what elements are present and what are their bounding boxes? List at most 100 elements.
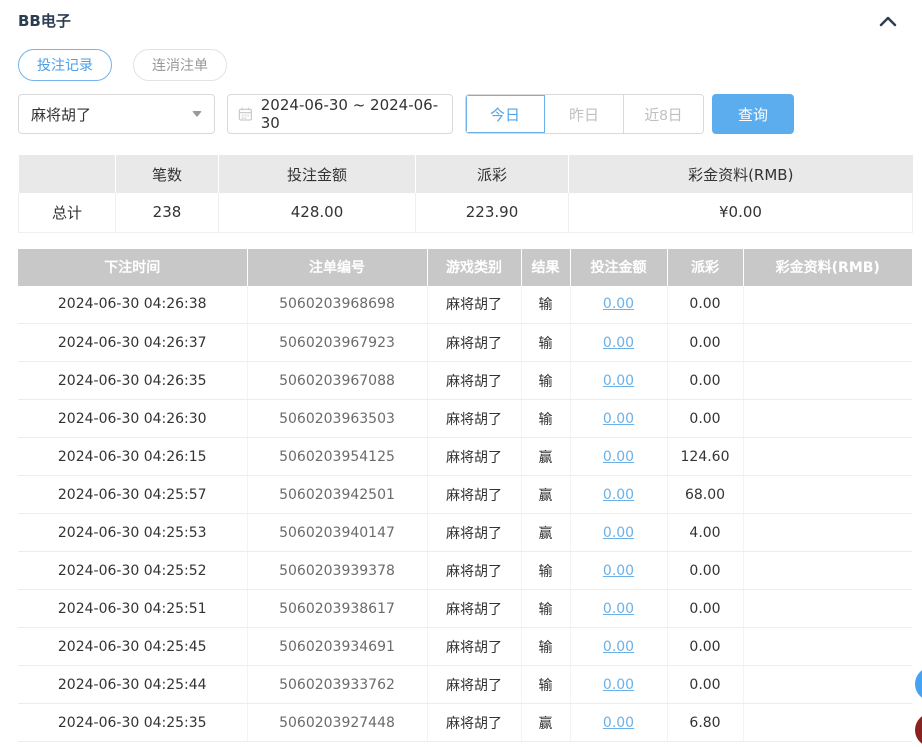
game-type-cell: 麻将胡了	[427, 323, 522, 362]
payout-cell: 0.00	[667, 361, 744, 400]
table-row: 2024-06-30 04:25:52 5060203939378 麻将胡了 输…	[18, 551, 912, 590]
bet-time-cell: 2024-06-30 04:25:45	[18, 627, 248, 666]
table-row: 2024-06-30 04:26:37 5060203967923 麻将胡了 输…	[18, 323, 912, 362]
game-type-cell: 麻将胡了	[427, 703, 522, 742]
summary-header-count: 笔数	[115, 155, 219, 193]
bet-time-cell: 2024-06-30 04:25:51	[18, 589, 248, 628]
bet-amount-link[interactable]: 0.00	[603, 601, 634, 617]
game-type-cell: 麻将胡了	[427, 513, 522, 552]
records-header-row: 下注时间 注单编号 游戏类别 结果 投注金额 派彩 彩金资料(RMB)	[18, 248, 912, 286]
result-cell: 输	[521, 399, 571, 438]
tab-betting-records[interactable]: 投注记录	[18, 49, 112, 81]
jackpot-cell	[743, 513, 912, 552]
result-cell: 输	[521, 285, 571, 324]
date-range-input[interactable]: 2024-06-30 ~ 2024-06-30	[227, 94, 453, 134]
table-row: 2024-06-30 04:25:57 5060203942501 麻将胡了 赢…	[18, 475, 912, 514]
table-row: 2024-06-30 04:25:44 5060203933762 麻将胡了 输…	[18, 665, 912, 704]
bet-amount-cell: 0.00	[570, 285, 668, 324]
bet-time-cell: 2024-06-30 04:26:37	[18, 323, 248, 362]
total-bet-amount: 428.00	[218, 193, 416, 233]
jackpot-cell	[743, 627, 912, 666]
bet-amount-link[interactable]: 0.00	[603, 296, 634, 312]
bet-time-cell: 2024-06-30 04:25:44	[18, 665, 248, 704]
jackpot-cell	[743, 285, 912, 324]
tab-cancelled-orders[interactable]: 连消注单	[133, 49, 227, 81]
result-cell: 输	[521, 551, 571, 590]
order-id-cell: 5060203938617	[247, 589, 428, 628]
jackpot-cell	[743, 475, 912, 514]
calendar-icon	[238, 107, 253, 121]
bet-amount-cell: 0.00	[570, 475, 668, 514]
bet-amount-cell: 0.00	[570, 703, 668, 742]
table-row: 2024-06-30 04:25:45 5060203934691 麻将胡了 输…	[18, 627, 912, 666]
jackpot-cell	[743, 361, 912, 400]
quick-range-group: 今日 昨日 近8日	[465, 94, 704, 134]
summary-table: 笔数 投注金额 派彩 彩金资料(RMB) 总计 238 428.00 223.9…	[18, 155, 913, 233]
collapse-panel-button[interactable]	[876, 9, 900, 33]
bet-amount-link[interactable]: 0.00	[603, 449, 634, 465]
betting-records-panel: BB电子 投注记录 连消注单 麻将胡了 2024-06-30 ~ 2024-06…	[0, 0, 922, 742]
bet-amount-link[interactable]: 0.00	[603, 563, 634, 579]
total-label: 总计	[18, 193, 116, 233]
quick-range-yesterday[interactable]: 昨日	[545, 95, 624, 133]
result-cell: 赢	[521, 437, 571, 476]
quick-range-last8days[interactable]: 近8日	[624, 95, 703, 133]
payout-cell: 0.00	[667, 627, 744, 666]
game-select[interactable]: 麻将胡了	[18, 94, 215, 134]
summary-header-empty	[18, 155, 116, 193]
order-id-cell: 5060203939378	[247, 551, 428, 590]
date-range-value: 2024-06-30 ~ 2024-06-30	[260, 96, 439, 132]
bet-amount-link[interactable]: 0.00	[603, 639, 634, 655]
jackpot-cell	[743, 589, 912, 628]
tab-label: 连消注单	[152, 58, 208, 74]
bet-amount-cell: 0.00	[570, 323, 668, 362]
summary-header-jackpot: 彩金资料(RMB)	[568, 155, 913, 193]
result-cell: 输	[521, 589, 571, 628]
bet-time-cell: 2024-06-30 04:26:15	[18, 437, 248, 476]
bet-amount-link[interactable]: 0.00	[603, 487, 634, 503]
query-button[interactable]: 查询	[712, 94, 794, 134]
payout-cell: 68.00	[667, 475, 744, 514]
bet-amount-link[interactable]: 0.00	[603, 525, 634, 541]
payout-cell: 0.00	[667, 665, 744, 704]
table-row: 2024-06-30 04:26:30 5060203963503 麻将胡了 输…	[18, 399, 912, 438]
bet-amount-link[interactable]: 0.00	[603, 335, 634, 351]
total-payout: 223.90	[415, 193, 569, 233]
payout-cell: 0.00	[667, 399, 744, 438]
result-cell: 输	[521, 665, 571, 704]
bet-time-cell: 2024-06-30 04:25:52	[18, 551, 248, 590]
payout-cell: 0.00	[667, 551, 744, 590]
table-row: 2024-06-30 04:25:35 5060203927448 麻将胡了 赢…	[18, 703, 912, 742]
payout-cell: 4.00	[667, 513, 744, 552]
payout-cell: 0.00	[667, 589, 744, 628]
payout-cell: 0.00	[667, 323, 744, 362]
records-body: 2024-06-30 04:26:38 5060203968698 麻将胡了 输…	[18, 285, 912, 742]
records-header-payout: 派彩	[667, 248, 744, 286]
game-select-value: 麻将胡了	[31, 105, 92, 124]
result-cell: 赢	[521, 703, 571, 742]
bet-time-cell: 2024-06-30 04:25:53	[18, 513, 248, 552]
order-id-cell: 5060203940147	[247, 513, 428, 552]
order-id-cell: 5060203927448	[247, 703, 428, 742]
order-id-cell: 5060203954125	[247, 437, 428, 476]
bet-amount-cell: 0.00	[570, 361, 668, 400]
bet-amount-link[interactable]: 0.00	[603, 411, 634, 427]
bet-amount-link[interactable]: 0.00	[603, 373, 634, 389]
bet-amount-cell: 0.00	[570, 437, 668, 476]
payout-cell: 0.00	[667, 285, 744, 324]
bet-amount-link[interactable]: 0.00	[603, 715, 634, 731]
payout-cell: 124.60	[667, 437, 744, 476]
order-id-cell: 5060203967088	[247, 361, 428, 400]
bet-amount-link[interactable]: 0.00	[603, 677, 634, 693]
summary-header-payout: 派彩	[415, 155, 569, 193]
summary-header-bet-amount: 投注金额	[218, 155, 416, 193]
records-table: 下注时间 注单编号 游戏类别 结果 投注金额 派彩 彩金资料(RMB) 2024…	[18, 248, 912, 742]
game-type-cell: 麻将胡了	[427, 627, 522, 666]
order-id-cell: 5060203933762	[247, 665, 428, 704]
result-cell: 输	[521, 361, 571, 400]
quick-range-today[interactable]: 今日	[466, 95, 545, 133]
result-cell: 输	[521, 627, 571, 666]
record-type-tabs: 投注记录 连消注单	[18, 49, 912, 81]
jackpot-cell	[743, 323, 912, 362]
records-header-bet-amount: 投注金额	[570, 248, 668, 286]
